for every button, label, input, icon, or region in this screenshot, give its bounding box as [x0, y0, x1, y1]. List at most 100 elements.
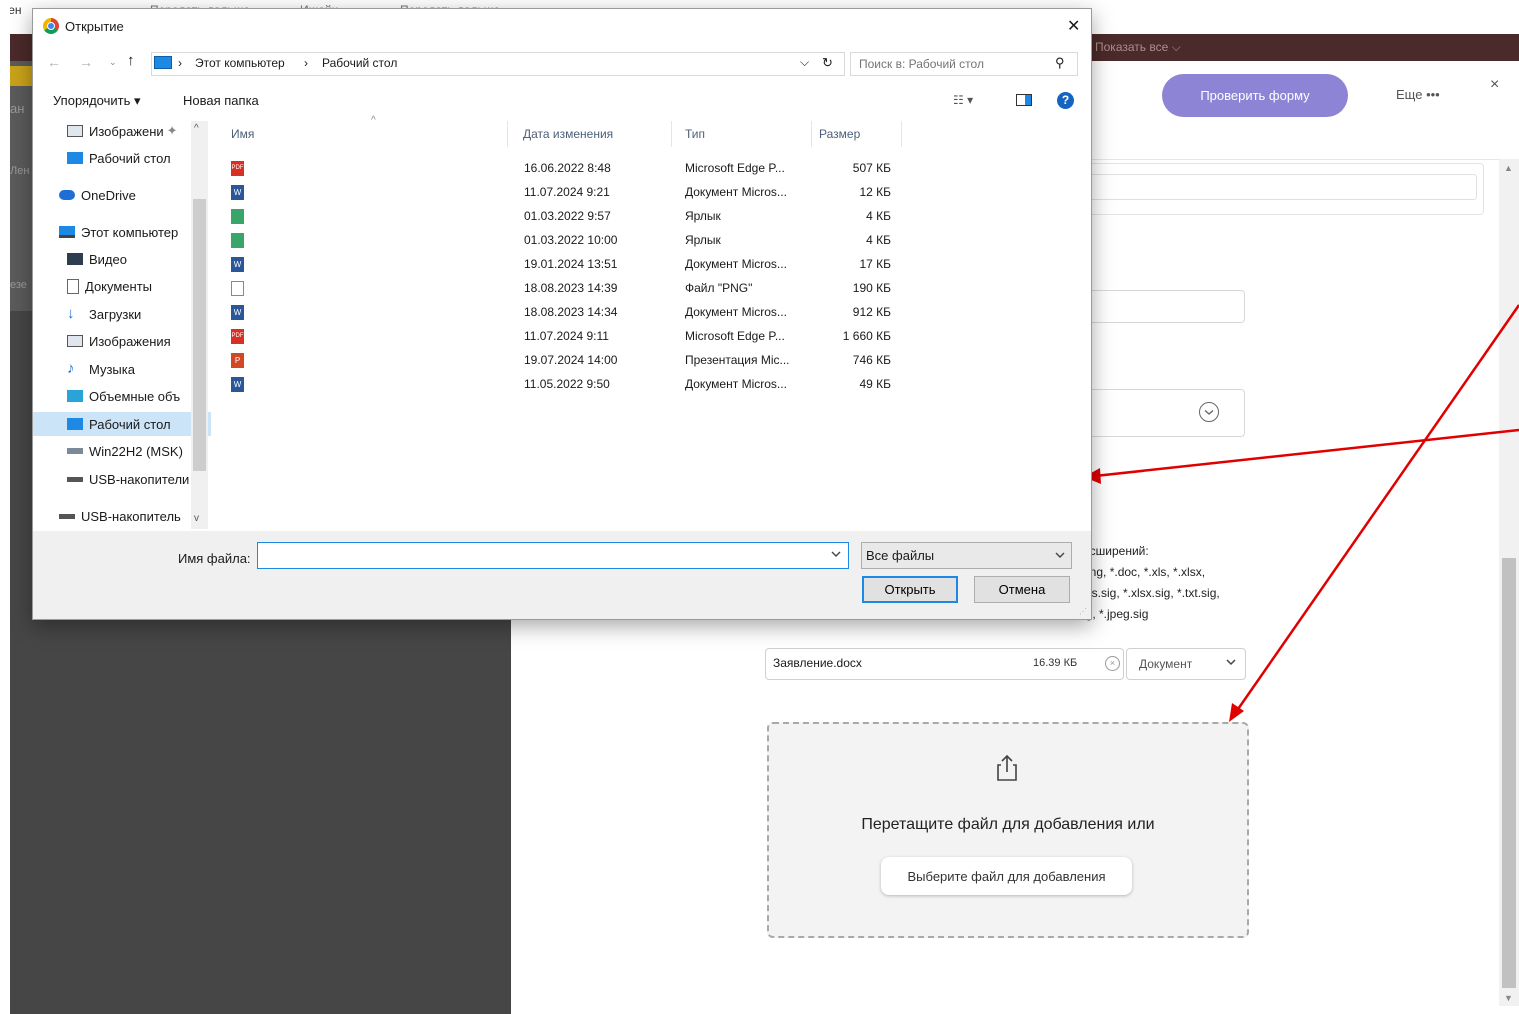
back-arrow-icon[interactable]: ←: [47, 54, 61, 70]
nav-item-usb-drives[interactable]: USB-накопители: [33, 467, 211, 491]
share-upload-icon: [991, 752, 1023, 784]
file-row[interactable]: 18.08.2023 14:39 Файл "PNG" 190 КБ: [231, 276, 891, 300]
nav-item-this-pc[interactable]: Этот компьютер: [33, 220, 211, 244]
file-date: 01.03.2022 10:00: [524, 233, 618, 247]
file-row[interactable]: PDF 16.06.2022 8:48 Microsoft Edge P... …: [231, 156, 891, 180]
chevron-down-icon[interactable]: ⌵: [800, 55, 809, 70]
document-type-select[interactable]: Документ: [1126, 648, 1246, 680]
column-type[interactable]: Тип: [685, 127, 705, 141]
nav-scrollbar[interactable]: ^ v: [191, 121, 208, 529]
music-icon: ♪: [67, 360, 75, 377]
breadcrumb-item[interactable]: Этот компьютер: [195, 56, 285, 70]
choose-file-button[interactable]: Выберите файл для добавления: [881, 857, 1132, 895]
text-field[interactable]: [1089, 174, 1477, 200]
file-row[interactable]: PDF 11.07.2024 9:11 Microsoft Edge P... …: [231, 324, 891, 348]
file-date: 19.01.2024 13:51: [524, 257, 618, 271]
scroll-up-arrow-icon[interactable]: ^: [194, 123, 199, 134]
chevron-down-icon[interactable]: [830, 547, 842, 561]
file-size: 12 КБ: [859, 185, 891, 199]
left-highlight: [10, 66, 32, 86]
refresh-icon[interactable]: ↻: [822, 55, 833, 71]
file-date: 19.07.2024 14:00: [524, 353, 618, 367]
filename-input[interactable]: [261, 546, 825, 565]
scroll-down-arrow-icon[interactable]: v: [194, 513, 199, 524]
left-fragment: ан: [10, 101, 25, 116]
open-button[interactable]: Открыть: [862, 576, 958, 603]
scrollbar-thumb[interactable]: [1502, 558, 1516, 988]
file-size: 190 КБ: [852, 281, 891, 295]
nav-item-network-drive[interactable]: Win22H2 (MSK): [33, 439, 211, 463]
nav-item-onedrive[interactable]: OneDrive: [33, 183, 211, 207]
check-form-button[interactable]: Проверить форму: [1162, 74, 1348, 117]
nav-item-desktop-selected[interactable]: Рабочий стол: [33, 412, 211, 436]
breadcrumb-item[interactable]: Рабочий стол: [322, 56, 397, 70]
file-row[interactable]: P 19.07.2024 14:00 Презентация Mic... 74…: [231, 348, 891, 372]
allowed-extensions-text: асширений: png, *.doc, *.xls, *.xlsx, xl…: [1083, 544, 1220, 621]
dropzone-text: Перетащите файл для добавления или: [861, 816, 1155, 833]
new-folder-button[interactable]: Новая папка: [183, 93, 259, 108]
column-date[interactable]: Дата изменения: [523, 127, 613, 141]
up-arrow-icon[interactable]: ↑: [127, 52, 135, 69]
nav-item-video[interactable]: Видео: [33, 247, 211, 271]
cloud-icon: [59, 190, 75, 200]
text-field[interactable]: [1080, 290, 1245, 323]
show-all-link[interactable]: Показать все ⌵: [1095, 40, 1181, 55]
sort-up-icon: ^: [371, 115, 376, 126]
file-row[interactable]: W 19.01.2024 13:51 Документ Micros... 17…: [231, 252, 891, 276]
file-row[interactable]: 01.03.2022 10:00 Ярлык 4 КБ: [231, 228, 891, 252]
cancel-button[interactable]: Отмена: [974, 576, 1070, 603]
file-date: 16.06.2022 8:48: [524, 161, 611, 175]
nav-item-documents[interactable]: Документы: [33, 274, 211, 298]
resize-grip-icon[interactable]: ⋰: [1079, 607, 1087, 616]
navigation-pane: Изображени ✦ Рабочий стол OneDrive Этот к…: [33, 119, 211, 531]
dialog-title: Открытие: [65, 19, 124, 34]
nav-item-usb-drive[interactable]: USB-накопитель: [33, 504, 211, 528]
more-button[interactable]: Еще •••: [1396, 87, 1440, 102]
circle-x-icon[interactable]: ×: [1105, 656, 1120, 671]
file-size: 4 КБ: [866, 209, 891, 223]
file-date: 11.07.2024 9:21: [524, 185, 610, 199]
column-name[interactable]: Имя: [231, 127, 254, 141]
file-row[interactable]: 01.03.2022 9:57 Ярлык 4 КБ: [231, 204, 891, 228]
column-size[interactable]: Размер: [819, 127, 860, 141]
file-dropzone[interactable]: Перетащите файл для добавления или: [767, 722, 1249, 938]
dropdown-field[interactable]: [1080, 389, 1245, 437]
forward-arrow-icon[interactable]: →: [79, 54, 93, 70]
pictures-icon: [67, 125, 83, 137]
word-icon: W: [231, 305, 244, 320]
scroll-down-arrow-icon[interactable]: ▼: [1504, 993, 1513, 1003]
network-drive-icon: [67, 448, 83, 454]
nav-item-3d-objects[interactable]: Объемные объ: [33, 384, 211, 408]
nav-scrollbar-thumb[interactable]: [193, 199, 206, 471]
file-date: 18.08.2023 14:39: [524, 281, 618, 295]
attached-file-name: Заявление.docx: [773, 656, 862, 670]
search-input[interactable]: [857, 55, 1041, 73]
close-panel-button[interactable]: ×: [1490, 76, 1499, 94]
dialog-close-button[interactable]: ✕: [1067, 16, 1080, 36]
shortcut-icon: [231, 209, 244, 224]
recent-locations-icon[interactable]: ⌄: [109, 57, 117, 68]
desktop-icon: [67, 152, 83, 164]
file-row[interactable]: W 18.08.2023 14:34 Документ Micros... 91…: [231, 300, 891, 324]
powerpoint-icon: P: [231, 353, 244, 368]
filename-field[interactable]: [257, 542, 849, 569]
filetype-select[interactable]: Все файлы: [861, 542, 1072, 569]
nav-item-music[interactable]: ♪ Музыка: [33, 357, 211, 381]
filetype-value: Все файлы: [866, 548, 935, 563]
help-icon[interactable]: ?: [1057, 92, 1074, 109]
file-row[interactable]: W 11.05.2022 9:50 Документ Micros... 49 …: [231, 372, 891, 396]
nav-item-pictures-pinned[interactable]: Изображени ✦: [33, 119, 211, 143]
nav-item-desktop-quick[interactable]: Рабочий стол: [33, 146, 211, 170]
file-type: Файл "PNG": [685, 281, 753, 295]
search-box[interactable]: ⚲: [850, 52, 1078, 76]
page-left-edge: [0, 0, 10, 1014]
organize-button[interactable]: Упорядочить ▾: [53, 93, 141, 109]
nav-item-pictures[interactable]: Изображения: [33, 329, 211, 353]
preview-pane-icon[interactable]: [1016, 94, 1032, 106]
search-icon: ⚲: [1055, 55, 1065, 70]
scroll-up-arrow-icon[interactable]: ▲: [1504, 163, 1513, 173]
file-row[interactable]: W 11.07.2024 9:21 Документ Micros... 12 …: [231, 180, 891, 204]
address-bar[interactable]: › Этот компьютер › Рабочий стол ⌵ ↻: [151, 52, 845, 76]
view-options-icon[interactable]: ☷ ▾: [953, 93, 973, 107]
nav-item-downloads[interactable]: ↓ Загрузки: [33, 302, 211, 326]
